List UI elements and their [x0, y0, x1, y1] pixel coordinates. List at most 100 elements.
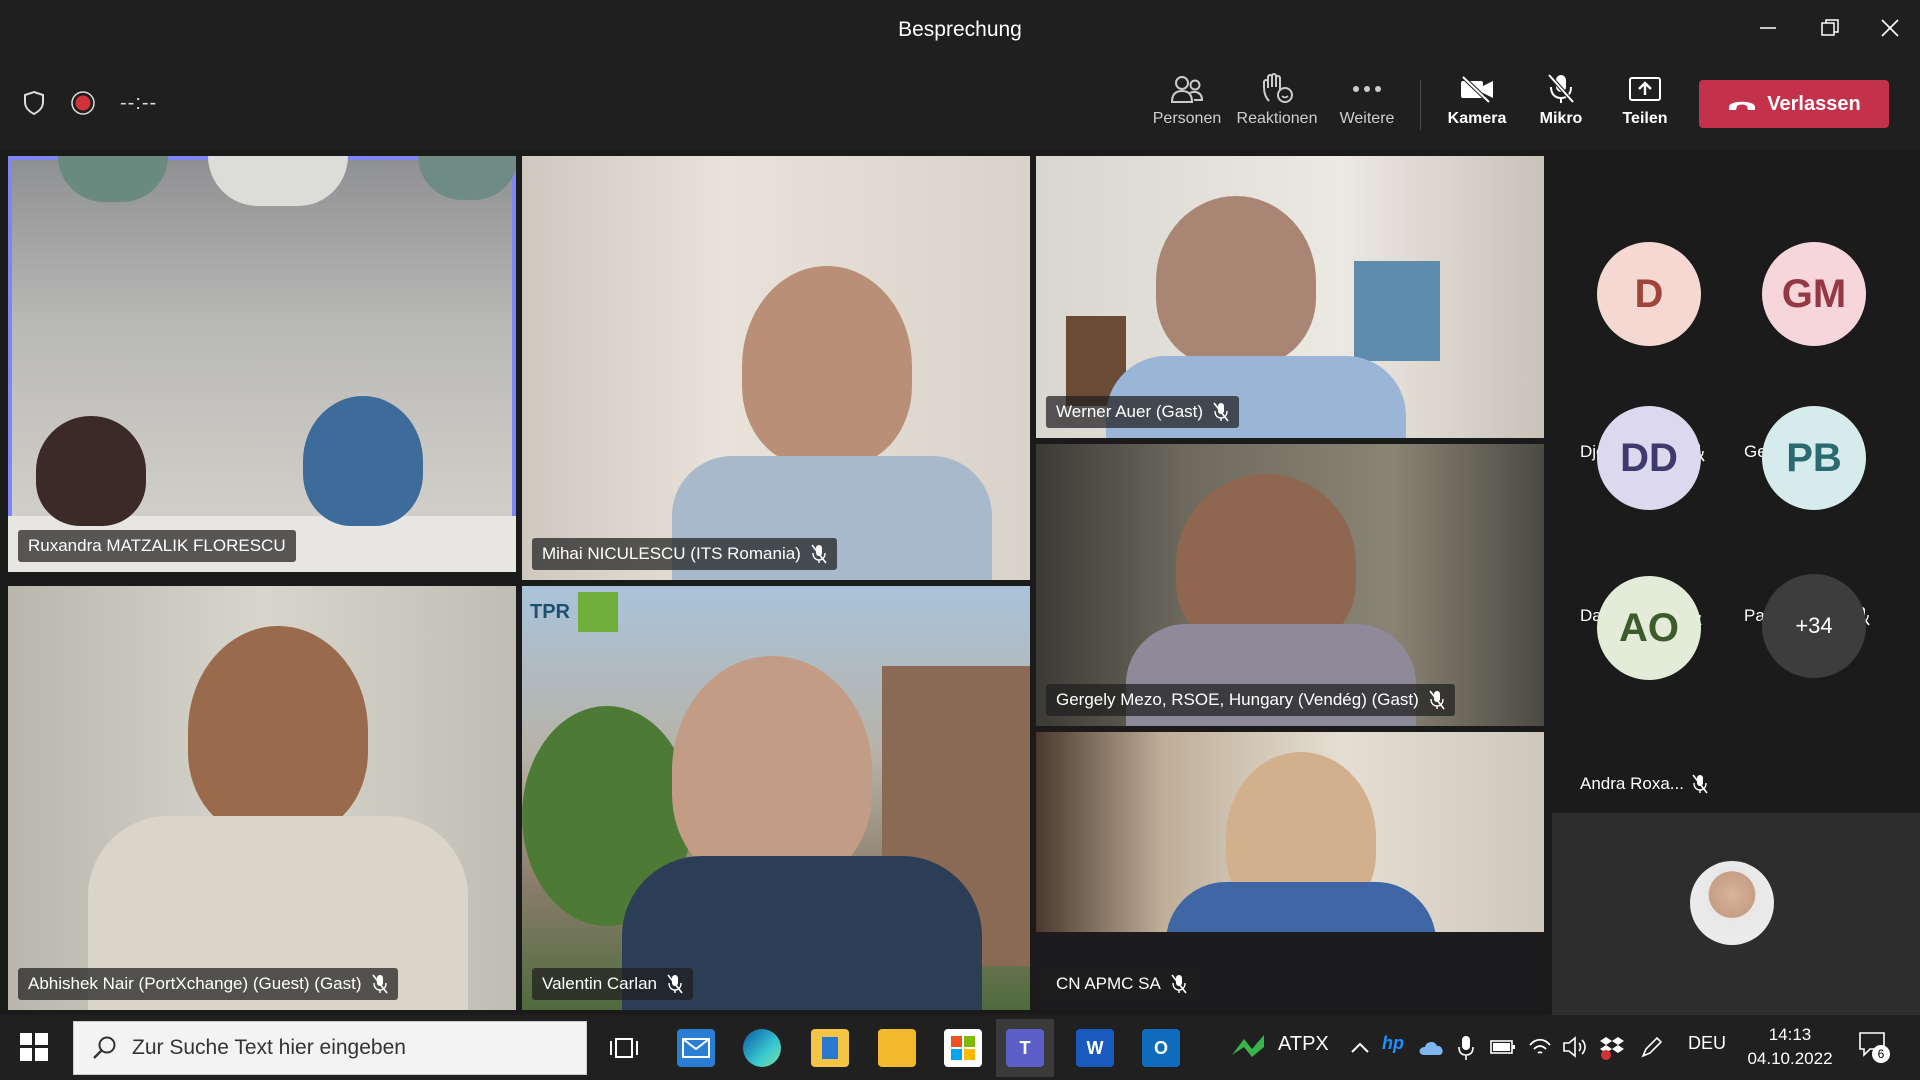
avatar[interactable]: DD	[1597, 406, 1701, 510]
onedrive-icon[interactable]	[1418, 1039, 1446, 1057]
hp-icon[interactable]: hp	[1382, 1033, 1404, 1054]
video-tile[interactable]: TPR Valentin Carlan	[522, 586, 1030, 1010]
wifi-icon[interactable]	[1528, 1035, 1552, 1057]
file-explorer-icon[interactable]	[878, 1029, 916, 1067]
mic-off-icon	[371, 974, 388, 994]
title-bar: Besprechung	[0, 0, 1920, 59]
start-button[interactable]	[20, 1033, 48, 1066]
camera-button[interactable]: Kamera	[1432, 72, 1522, 128]
mic-off-icon	[1429, 690, 1445, 710]
language-indicator[interactable]: DEU	[1688, 1033, 1726, 1054]
share-icon	[1629, 77, 1661, 101]
volume-icon[interactable]	[1562, 1035, 1588, 1059]
more-icon	[1353, 86, 1381, 92]
task-view-icon	[610, 1038, 638, 1058]
avatar[interactable]: GM	[1762, 242, 1866, 346]
meeting-timer: --:--	[120, 91, 158, 114]
video-tile[interactable]: Gergely Mezo, RSOE, Hungary (Vendég) (Ga…	[1036, 444, 1544, 726]
video-stage: Ruxandra MATZALIK FLORESCU Mihai NICULES…	[0, 150, 1920, 1015]
participant-name-tag: Gergely Mezo, RSOE, Hungary (Vendég) (Ga…	[1046, 684, 1455, 716]
window-title: Besprechung	[898, 18, 1022, 41]
participant-name-tag: Ruxandra MATZALIK FLORESCU	[18, 530, 296, 562]
chevron-up-icon[interactable]	[1350, 1041, 1370, 1053]
restore-button[interactable]	[1810, 10, 1850, 46]
tray-app-icon[interactable]	[1230, 1033, 1266, 1064]
shield-icon[interactable]	[22, 90, 46, 116]
leave-button[interactable]: Verlassen	[1699, 80, 1889, 128]
edge-browser-icon[interactable]	[743, 1029, 781, 1067]
file-viewer-icon[interactable]	[811, 1029, 849, 1067]
participant-name-tag: CN APMC SA	[1046, 968, 1197, 1000]
close-button[interactable]	[1870, 10, 1910, 46]
participant-name: Werner Auer (Gast)	[1056, 402, 1204, 421]
word-icon[interactable]: W	[1076, 1029, 1114, 1067]
task-view-button[interactable]	[605, 1029, 643, 1067]
video-tile[interactable]: Werner Auer (Gast)	[1036, 156, 1544, 438]
participant-name: Abhishek Nair (PortXchange) (Guest) (Gas…	[28, 974, 362, 993]
minimize-button[interactable]	[1748, 10, 1788, 46]
overflow-participants-button[interactable]: +34	[1762, 574, 1866, 678]
share-button[interactable]: Teilen	[1600, 72, 1690, 128]
battery-icon[interactable]	[1490, 1039, 1516, 1055]
pen-icon[interactable]	[1640, 1035, 1664, 1059]
meeting-toolbar: --:-- Personen Reaktionen Weitere Kamera…	[0, 58, 1920, 150]
microphone-icon[interactable]	[1458, 1035, 1474, 1061]
reactions-label: Reaktionen	[1236, 110, 1318, 127]
self-avatar	[1690, 861, 1774, 945]
participant-name: Andra Roxa...	[1580, 774, 1684, 793]
participant-name-tag: Valentin Carlan	[532, 968, 693, 1000]
logo-text: TPR	[530, 600, 570, 623]
avatar[interactable]: D	[1597, 242, 1701, 346]
restore-icon	[1821, 19, 1839, 36]
taskbar: Zur Suche Text hier eingeben T W O ATPX …	[0, 1015, 1920, 1080]
participant-name: Gergely Mezo, RSOE, Hungary (Vendég) (Ga…	[1056, 690, 1419, 709]
search-placeholder: Zur Suche Text hier eingeben	[132, 1036, 406, 1059]
participant-name-tag: Mihai NICULESCU (ITS Romania)	[532, 538, 837, 570]
mic-off-icon	[1692, 774, 1708, 794]
tray-app-label: ATPX	[1278, 1033, 1329, 1055]
share-label: Teilen	[1622, 110, 1668, 127]
toolbar-separator	[1420, 80, 1421, 130]
store-icon[interactable]	[944, 1029, 982, 1067]
participant-name: Ruxandra MATZALIK FLORESCU	[28, 536, 286, 555]
reactions-button[interactable]: Reaktionen	[1232, 72, 1322, 128]
video-tile[interactable]: Mihai NICULESCU (ITS Romania)	[522, 156, 1030, 580]
mic-off-icon	[1547, 73, 1575, 104]
close-icon	[1881, 19, 1899, 37]
mic-label: Mikro	[1539, 110, 1583, 127]
teams-icon[interactable]: T	[1006, 1029, 1044, 1067]
notification-count: 6	[1872, 1045, 1890, 1063]
minimize-icon	[1760, 27, 1776, 29]
avatar[interactable]: AO	[1597, 576, 1701, 680]
mic-off-icon	[1171, 974, 1187, 994]
hang-up-icon	[1729, 101, 1756, 110]
dropbox-icon[interactable]	[1600, 1035, 1626, 1061]
participant-name-row: Andra Roxa...	[1580, 774, 1750, 794]
mic-off-icon	[667, 974, 683, 994]
participant-name: Valentin Carlan	[542, 974, 657, 993]
mic-button[interactable]: Mikro	[1516, 72, 1606, 128]
camera-label: Kamera	[1447, 110, 1507, 127]
more-label: Weitere	[1339, 110, 1395, 127]
video-tile[interactable]: Abhishek Nair (PortXchange) (Guest) (Gas…	[8, 586, 516, 1010]
university-logo-icon	[578, 592, 618, 632]
outlook-icon[interactable]: O	[1142, 1029, 1180, 1067]
people-label: Personen	[1152, 110, 1222, 127]
clock[interactable]: 14:13 04.10.2022	[1740, 1023, 1840, 1071]
more-button[interactable]: Weitere	[1322, 72, 1412, 128]
clock-date: 04.10.2022	[1747, 1049, 1833, 1068]
video-tile[interactable]: CN APMC SA	[1036, 732, 1544, 1010]
search-box[interactable]: Zur Suche Text hier eingeben	[73, 1021, 587, 1075]
video-tile[interactable]: Ruxandra MATZALIK FLORESCU	[8, 156, 516, 572]
notification-button[interactable]: 6	[1858, 1031, 1890, 1063]
people-button[interactable]: Personen	[1142, 72, 1232, 128]
search-icon	[93, 1036, 116, 1059]
clock-time: 14:13	[1768, 1025, 1812, 1044]
avatar[interactable]: PB	[1762, 406, 1866, 510]
participant-name: Mihai NICULESCU (ITS Romania)	[542, 544, 801, 563]
participant-name-tag: Werner Auer (Gast)	[1046, 396, 1240, 428]
mail-icon[interactable]	[677, 1029, 715, 1067]
recording-icon[interactable]	[70, 90, 96, 116]
mic-off-icon	[1213, 402, 1229, 422]
self-view[interactable]	[1552, 813, 1920, 1015]
